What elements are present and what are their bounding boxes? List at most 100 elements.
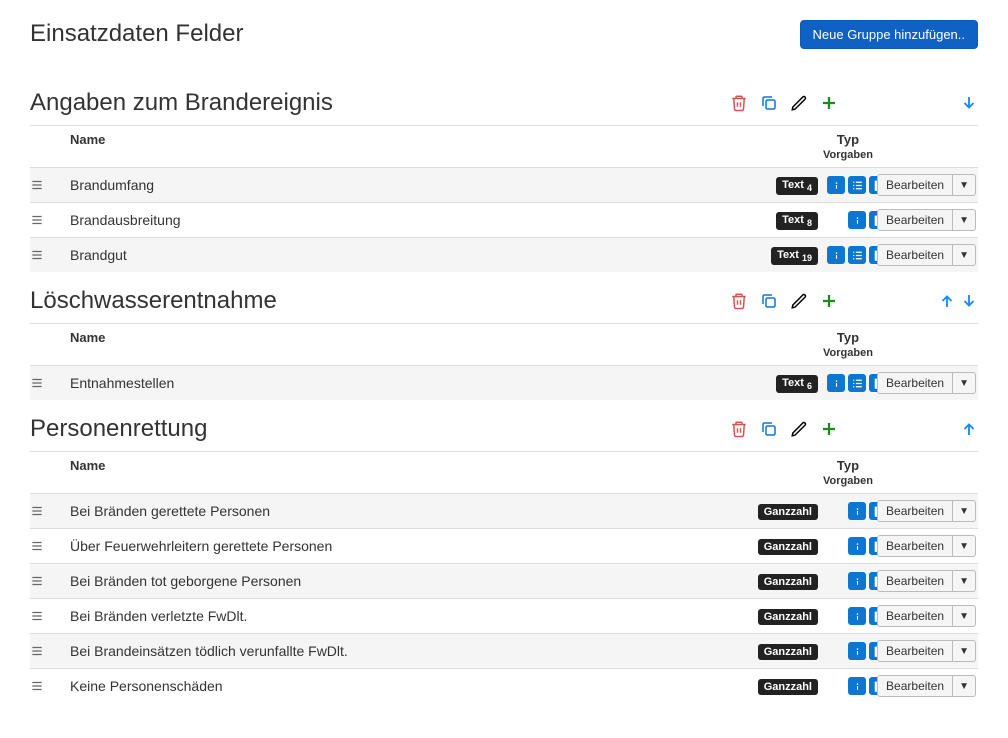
field-row: Bei Brandeinsätzen tödlich verunfallte F… [30, 633, 978, 668]
copy-group-icon[interactable] [760, 420, 778, 438]
field-row: Brandumfang Text 4 Bearbeiten ▼ [30, 167, 978, 202]
field-group: Personenrettung Name Typ Vorgaben Bei Br… [30, 415, 978, 703]
edit-dropdown-button[interactable]: ▼ [953, 570, 976, 592]
column-header-typ: Typ [837, 458, 859, 473]
field-type-badge: Ganzzahl [718, 537, 818, 555]
edit-group-icon[interactable] [790, 94, 808, 112]
field-group: Angaben zum Brandereignis Name Typ Vorga… [30, 89, 978, 272]
edit-button[interactable]: Bearbeiten [877, 605, 953, 627]
field-row: Keine Personenschäden Ganzzahl Bearbeite… [30, 668, 978, 703]
delete-group-icon[interactable] [730, 94, 748, 112]
column-header-name: Name [30, 132, 718, 161]
field-row: Entnahmestellen Text 6 Bearbeiten ▼ [30, 365, 978, 400]
add-field-icon[interactable] [820, 292, 838, 310]
edit-dropdown-button[interactable]: ▼ [953, 209, 976, 231]
column-header-name: Name [30, 330, 718, 359]
edit-button[interactable]: Bearbeiten [877, 209, 953, 231]
info-flag-icon [827, 176, 845, 194]
drag-handle-icon[interactable] [30, 644, 60, 658]
field-row: Brandausbreitung Text 8 Bearbeiten ▼ [30, 202, 978, 237]
edit-button[interactable]: Bearbeiten [877, 174, 953, 196]
move-up-icon[interactable] [960, 420, 978, 438]
field-name: Brandumfang [60, 177, 718, 193]
list-flag-icon [848, 246, 866, 264]
copy-group-icon[interactable] [760, 94, 778, 112]
edit-button[interactable]: Bearbeiten [877, 675, 953, 697]
list-flag-icon [848, 176, 866, 194]
move-down-icon[interactable] [960, 94, 978, 112]
add-field-icon[interactable] [820, 94, 838, 112]
drag-handle-icon[interactable] [30, 539, 60, 553]
field-name: Brandgut [60, 247, 718, 263]
edit-button[interactable]: Bearbeiten [877, 570, 953, 592]
info-flag-icon [848, 537, 866, 555]
field-type-badge: Ganzzahl [718, 642, 818, 660]
add-field-icon[interactable] [820, 420, 838, 438]
field-type-badge: Text 6 [718, 373, 818, 393]
group-title: Angaben zum Brandereignis [30, 89, 333, 117]
field-row: Bei Bränden tot geborgene Personen Ganzz… [30, 563, 978, 598]
drag-handle-icon[interactable] [30, 679, 60, 693]
delete-group-icon[interactable] [730, 420, 748, 438]
column-header-typ: Typ [837, 132, 859, 147]
field-row: Über Feuerwehrleitern gerettete Personen… [30, 528, 978, 563]
copy-group-icon[interactable] [760, 292, 778, 310]
move-up-icon[interactable] [938, 292, 956, 310]
info-flag-icon [848, 502, 866, 520]
drag-handle-icon[interactable] [30, 213, 60, 227]
edit-dropdown-button[interactable]: ▼ [953, 372, 976, 394]
column-header-vorgaben: Vorgaben [823, 475, 873, 487]
info-flag-icon [848, 211, 866, 229]
field-name: Bei Bränden verletzte FwDlt. [60, 608, 718, 624]
field-type-badge: Text 8 [718, 210, 818, 230]
edit-dropdown-button[interactable]: ▼ [953, 535, 976, 557]
edit-group-icon[interactable] [790, 292, 808, 310]
field-type-badge: Ganzzahl [718, 607, 818, 625]
edit-group-icon[interactable] [790, 420, 808, 438]
field-row: Brandgut Text 19 Bearbeiten ▼ [30, 237, 978, 272]
info-flag-icon [827, 374, 845, 392]
field-type-badge: Ganzzahl [718, 677, 818, 695]
list-flag-icon [848, 374, 866, 392]
edit-button[interactable]: Bearbeiten [877, 372, 953, 394]
edit-dropdown-button[interactable]: ▼ [953, 675, 976, 697]
field-name: Über Feuerwehrleitern gerettete Personen [60, 538, 718, 554]
field-type-badge: Ganzzahl [718, 502, 818, 520]
group-title: Personenrettung [30, 415, 207, 443]
delete-group-icon[interactable] [730, 292, 748, 310]
field-name: Bei Bränden tot geborgene Personen [60, 573, 718, 589]
info-flag-icon [848, 677, 866, 695]
field-row: Bei Bränden verletzte FwDlt. Ganzzahl Be… [30, 598, 978, 633]
edit-button[interactable]: Bearbeiten [877, 244, 953, 266]
add-group-button[interactable]: Neue Gruppe hinzufügen.. [800, 20, 979, 49]
edit-dropdown-button[interactable]: ▼ [953, 500, 976, 522]
edit-dropdown-button[interactable]: ▼ [953, 174, 976, 196]
drag-handle-icon[interactable] [30, 504, 60, 518]
drag-handle-icon[interactable] [30, 376, 60, 390]
field-name: Bei Brandeinsätzen tödlich verunfallte F… [60, 643, 718, 659]
field-name: Keine Personenschäden [60, 678, 718, 694]
field-name: Bei Bränden gerettete Personen [60, 503, 718, 519]
info-flag-icon [848, 642, 866, 660]
field-name: Brandausbreitung [60, 212, 718, 228]
edit-dropdown-button[interactable]: ▼ [953, 605, 976, 627]
column-header-name: Name [30, 458, 718, 487]
drag-handle-icon[interactable] [30, 609, 60, 623]
column-header-vorgaben: Vorgaben [823, 347, 873, 359]
edit-button[interactable]: Bearbeiten [877, 535, 953, 557]
page-title: Einsatzdaten Felder [30, 20, 243, 48]
drag-handle-icon[interactable] [30, 574, 60, 588]
edit-button[interactable]: Bearbeiten [877, 500, 953, 522]
column-header-typ: Typ [837, 330, 859, 345]
field-name: Entnahmestellen [60, 375, 718, 391]
edit-dropdown-button[interactable]: ▼ [953, 244, 976, 266]
drag-handle-icon[interactable] [30, 248, 60, 262]
column-header-vorgaben: Vorgaben [823, 149, 873, 161]
edit-dropdown-button[interactable]: ▼ [953, 640, 976, 662]
move-down-icon[interactable] [960, 292, 978, 310]
edit-button[interactable]: Bearbeiten [877, 640, 953, 662]
group-title: Löschwasserentnahme [30, 287, 277, 315]
info-flag-icon [848, 572, 866, 590]
drag-handle-icon[interactable] [30, 178, 60, 192]
info-flag-icon [848, 607, 866, 625]
